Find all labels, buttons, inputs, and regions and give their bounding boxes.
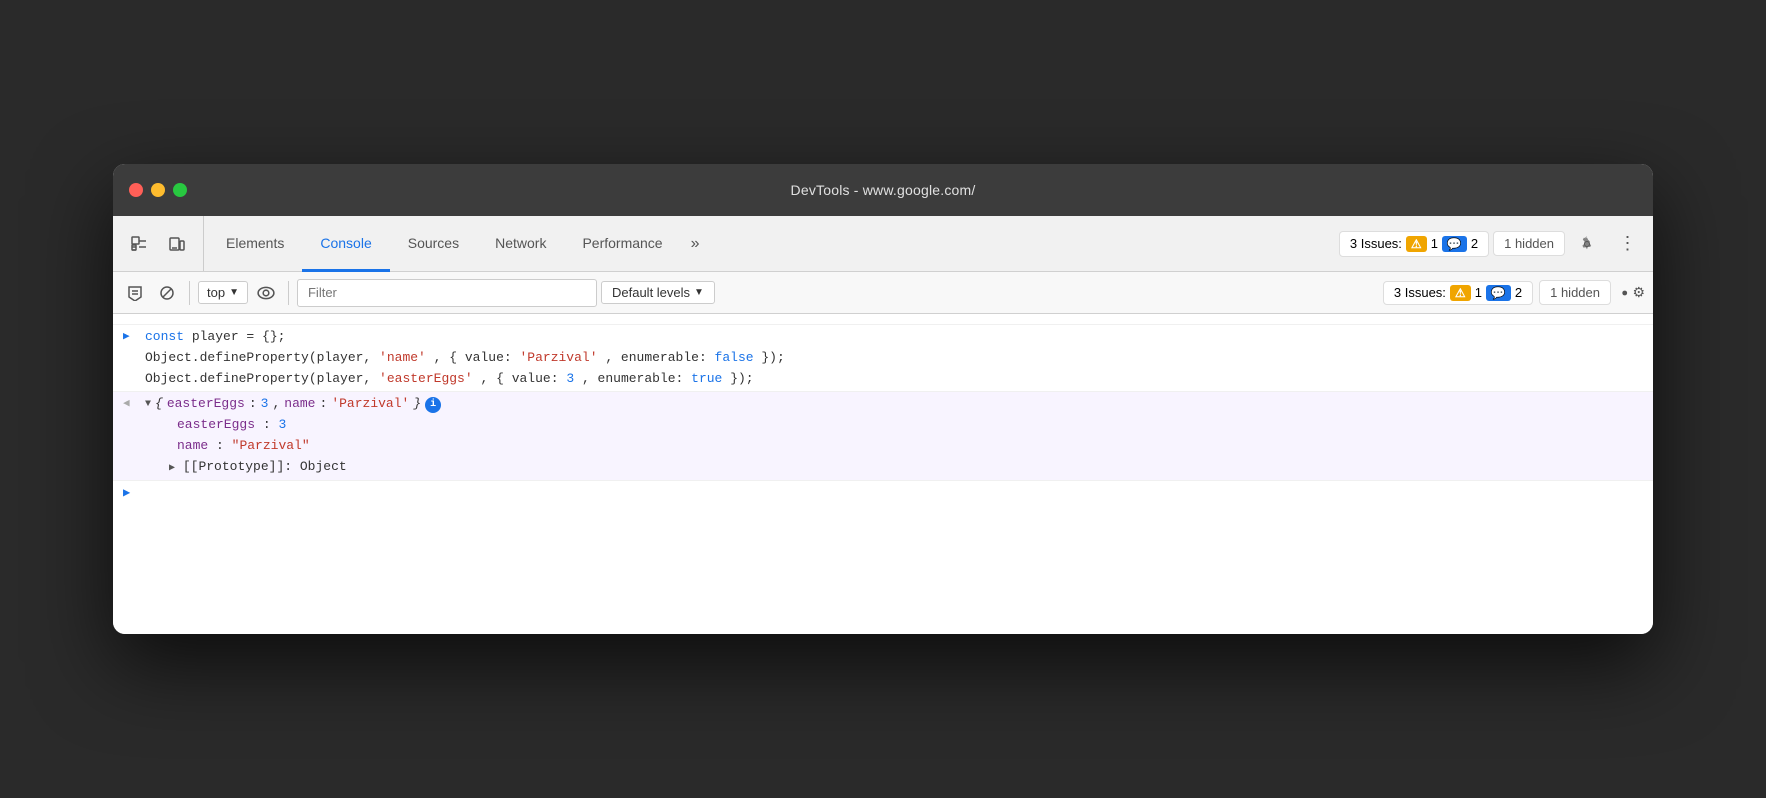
console-issues-badge[interactable]: 3 Issues: ⚠ 1 💬 2: [1383, 281, 1533, 305]
window-title: DevTools - www.google.com/: [791, 182, 976, 198]
console-warn-icon: ⚠: [1450, 285, 1471, 301]
tab-console[interactable]: Console: [302, 217, 389, 272]
close-button[interactable]: [129, 183, 143, 197]
block-button[interactable]: [153, 279, 181, 307]
prototype-entry: ▶ [[Prototype]]: Object: [145, 457, 1643, 478]
divider1: [189, 281, 190, 305]
console-output-code: ▼ { easterEggs : 3 , name : 'Parzival' }…: [145, 394, 1643, 477]
tabbar: Elements Console Sources Network Perform…: [113, 216, 1653, 272]
console-settings-button[interactable]: ⚙: [1617, 279, 1645, 307]
tabbar-right: 3 Issues: ⚠ 1 💬 2 1 hidden ⋮: [1339, 216, 1645, 271]
code-line-2: Object.defineProperty(player, 'name' , {…: [145, 348, 1643, 369]
warn-icon: ⚠: [1406, 236, 1427, 252]
warn-count: 1: [1431, 236, 1438, 251]
prompt-arrow: ▶: [123, 485, 130, 500]
console-output-entry: ◀ ▼ { easterEggs : 3 , name : 'Parzival'…: [113, 391, 1653, 479]
chevron-down-icon: ▼: [229, 287, 239, 298]
keyword-const: const: [145, 329, 184, 344]
tab-elements[interactable]: Elements: [208, 217, 302, 272]
tab-sources[interactable]: Sources: [390, 217, 477, 272]
input-arrow[interactable]: ▶: [123, 327, 137, 347]
chevron-down-icon2: ▼: [694, 287, 704, 298]
context-label: top: [207, 285, 225, 300]
object-info-icon[interactable]: i: [425, 397, 441, 413]
titlebar: DevTools - www.google.com/: [113, 164, 1653, 216]
console-hidden-badge[interactable]: 1 hidden: [1539, 280, 1611, 305]
hidden-label: 1 hidden: [1504, 236, 1554, 251]
filter-input[interactable]: [297, 279, 597, 307]
console-info-count: 2: [1515, 285, 1522, 300]
issues-label: 3 Issues:: [1350, 236, 1402, 251]
console-code-block: const player = {}; Object.defineProperty…: [145, 327, 1643, 389]
console-toolbar: top ▼ Default levels ▼ 3 Issues: ⚠ 1 💬 2: [113, 272, 1653, 314]
prop-name: name : "Parzival": [145, 436, 1643, 457]
clear-console-button[interactable]: [121, 279, 149, 307]
console-prompt[interactable]: ▶: [113, 480, 1653, 504]
context-selector[interactable]: top ▼: [198, 281, 248, 304]
device-toolbar-button[interactable]: [159, 226, 195, 262]
console-warn-count: 1: [1475, 285, 1482, 300]
eye-button[interactable]: [252, 279, 280, 307]
object-summary: ▼ { easterEggs : 3 , name : 'Parzival' }…: [145, 394, 1643, 415]
console-hidden-label: 1 hidden: [1550, 285, 1600, 300]
more-tabs-button[interactable]: »: [681, 216, 710, 271]
console-info-icon: 💬: [1486, 285, 1511, 301]
expand-object-arrow[interactable]: ▼: [145, 397, 151, 413]
console-input-entry: ▶ const player = {}; Object.defineProper…: [113, 324, 1653, 391]
output-arrow: ◀: [123, 394, 137, 414]
code-line-3: Object.defineProperty(player, 'easterEgg…: [145, 369, 1643, 390]
tab-network[interactable]: Network: [477, 217, 564, 272]
tabs: Elements Console Sources Network Perform…: [208, 216, 1339, 271]
divider2: [288, 281, 289, 305]
code-line-1: const player = {};: [145, 327, 1643, 348]
log-levels-label: Default levels: [612, 285, 690, 300]
console-issues-label: 3 Issues:: [1394, 285, 1446, 300]
settings-button[interactable]: [1569, 226, 1605, 262]
issues-badge[interactable]: 3 Issues: ⚠ 1 💬 2: [1339, 231, 1489, 257]
minimize-button[interactable]: [151, 183, 165, 197]
info-count: 2: [1471, 236, 1478, 251]
log-levels-selector[interactable]: Default levels ▼: [601, 281, 715, 304]
info-icon: 💬: [1442, 236, 1467, 252]
tabbar-tools: [121, 216, 204, 271]
tab-performance[interactable]: Performance: [564, 217, 680, 272]
inspect-element-button[interactable]: [121, 226, 157, 262]
maximize-button[interactable]: [173, 183, 187, 197]
console-toolbar-right: 3 Issues: ⚠ 1 💬 2 1 hidden ⚙: [1383, 279, 1645, 307]
prop-easterEggs: easterEggs : 3: [145, 415, 1643, 436]
traffic-lights: [129, 183, 187, 197]
more-options-button[interactable]: ⋮: [1609, 226, 1645, 262]
devtools-window: DevTools - www.google.com/: [113, 164, 1653, 634]
expand-proto-arrow[interactable]: ▶: [169, 463, 175, 474]
console-output: ▶ const player = {}; Object.defineProper…: [113, 314, 1653, 634]
hidden-badge[interactable]: 1 hidden: [1493, 231, 1565, 256]
